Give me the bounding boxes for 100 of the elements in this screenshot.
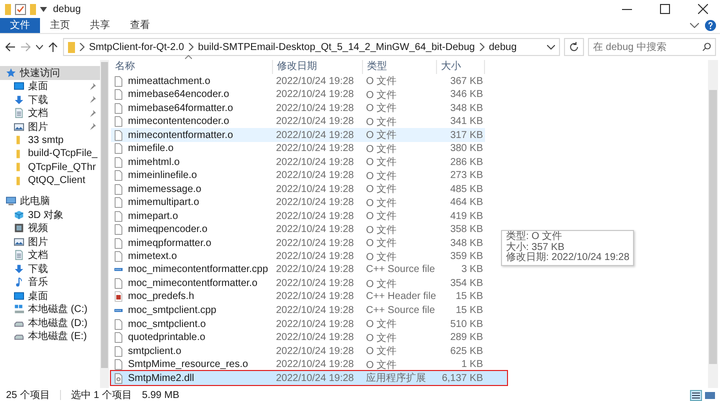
file-size: 464 KB	[449, 197, 484, 208]
scrollbar[interactable]	[708, 60, 718, 388]
file-row[interactable]: mimebase64formatter.o 2022/10/24 19:28 O 文件 348 KB	[111, 101, 485, 114]
large-icons-view-icon[interactable]	[704, 390, 716, 400]
ribbon-tab[interactable]: 文件	[0, 18, 40, 33]
back-icon[interactable]	[4, 41, 16, 53]
sidebar-item[interactable]: 33 smtp	[0, 134, 100, 147]
file-row[interactable]: mimebase64encoder.o 2022/10/24 19:28 O 文件 346 KB	[111, 88, 485, 101]
breadcrumb[interactable]: debug	[488, 42, 517, 52]
help-icon[interactable]	[705, 20, 716, 31]
file-size: 625 KB	[449, 346, 484, 356]
desktop-icon	[14, 290, 24, 301]
file-row[interactable]: moc_mimecontentformatter.o 2022/10/24 19:28 O 文件 354 KB	[111, 276, 485, 290]
pin-icon[interactable]	[89, 82, 96, 90]
file-icon	[114, 102, 123, 114]
breadcrumb[interactable]: build-SMTPEmail-Desktop_Qt_5_14_2_MinGW_64_bit-Debug	[198, 42, 475, 52]
file-row[interactable]: SmtpMime2.dll 2022/10/24 19:28 应用程序扩展 6,137 KB	[111, 371, 507, 384]
ribbon-tab[interactable]: 查看	[120, 18, 160, 33]
file-row[interactable]: mimeinlinefile.o 2022/10/24 19:28 O 文件 273 KB	[111, 168, 485, 182]
file-row[interactable]: mimefile.o 2022/10/24 19:28 O 文件 380 KB	[111, 142, 485, 155]
maximize-icon[interactable]	[660, 4, 670, 14]
file-type: O 文件	[365, 156, 398, 169]
details-view-icon[interactable]	[690, 390, 702, 400]
file-name: mimeqpformatter.o	[127, 238, 212, 248]
dropdown-icon[interactable]	[36, 44, 43, 50]
modified-date: 2022/10/24 19:28	[275, 170, 355, 181]
file-name: mimeqpencoder.o	[127, 224, 208, 235]
file-row[interactable]: quotedprintable.o 2022/10/24 19:28 O 文件 289 KB	[111, 330, 485, 344]
file-icon	[114, 184, 123, 194]
sidebar-item[interactable]: 桌面	[0, 289, 100, 302]
file-row[interactable]: mimemultipart.o 2022/10/24 19:28 O 文件 464 KB	[111, 196, 485, 209]
refresh-icon[interactable]	[569, 42, 579, 52]
up-icon[interactable]	[47, 41, 59, 53]
sidebar-item[interactable]: 音乐	[0, 276, 100, 289]
sidebar-item[interactable]: QtQQ_Client	[0, 174, 100, 188]
sidebar-item[interactable]: 快速访问	[0, 66, 100, 80]
file-row[interactable]: mimepart.o 2022/10/24 19:28 O 文件 419 KB	[111, 209, 485, 222]
sidebar-item[interactable]: 此电脑	[0, 194, 100, 208]
address-bar[interactable]: SmtpClient-for-Qt-2.0 build-SMTPEmail-Desktop_Qt_5_14_2_MinGW_64_bit-Debug debug	[63, 38, 560, 56]
sidebar-item[interactable]: 下载	[0, 262, 100, 276]
pin-icon[interactable]	[89, 110, 96, 116]
sidebar-item[interactable]: build-QTcpFile_	[0, 147, 100, 160]
file-row[interactable]: moc_smtpclient.o 2022/10/24 19:28 O 文件 510 KB	[111, 317, 485, 330]
dropdown-icon[interactable]	[40, 6, 47, 12]
header-file-icon	[114, 291, 123, 302]
breadcrumb[interactable]: SmtpClient-for-Qt-2.0	[89, 42, 184, 52]
sidebar-item[interactable]: 桌面	[0, 80, 100, 93]
star-icon	[6, 68, 16, 78]
file-name: mimeattachment.o	[127, 76, 212, 86]
checkbox-icon[interactable]	[15, 4, 26, 14]
search-field[interactable]: 在 debug 中搜索	[588, 38, 716, 56]
file-row[interactable]: mimeqpformatter.o 2022/10/24 19:28 O 文件 348 KB	[111, 236, 485, 250]
refresh-button[interactable]	[564, 38, 584, 56]
file-name: mimehtml.o	[127, 156, 181, 168]
file-icon	[114, 170, 123, 181]
column-header[interactable]: 名称	[111, 60, 273, 74]
file-row[interactable]: mimeqpencoder.o 2022/10/24 19:28 O 文件 358 KB	[111, 222, 485, 236]
sidebar-item[interactable]: 下载	[0, 93, 100, 106]
pin-icon[interactable]	[89, 123, 96, 130]
file-row[interactable]: mimecontentencoder.o 2022/10/24 19:28 O 文件 341 KB	[111, 114, 485, 128]
file-icon	[114, 197, 123, 208]
scrollbar[interactable]	[100, 60, 109, 388]
sidebar-item[interactable]: QTcpFile_QThr	[0, 160, 100, 174]
file-row[interactable]: moc_smtpclient.cpp 2022/10/24 19:28 C++ Source file 15 KB	[111, 304, 485, 317]
file-row[interactable]: mimecontentformatter.o 2022/10/24 19:28 O 文件 317 KB	[111, 128, 485, 142]
file-row[interactable]: mimemessage.o 2022/10/24 19:28 O 文件 485 KB	[111, 182, 485, 196]
file-row[interactable]: moc_predefs.h 2022/10/24 19:28 C++ Header file 15 KB	[111, 290, 485, 304]
ribbon-tab[interactable]: 共享	[80, 18, 120, 33]
file-row[interactable]: mimehtml.o 2022/10/24 19:28 O 文件 286 KB	[111, 155, 485, 168]
sidebar-item[interactable]: 本地磁盘 (C:)	[0, 302, 100, 316]
pin-icon[interactable]	[89, 96, 96, 103]
sidebar-item[interactable]: 本地磁盘 (D:)	[0, 316, 100, 330]
file-type: O 文件	[365, 74, 398, 88]
file-row[interactable]: smtpclient.o 2022/10/24 19:28 O 文件 625 KB	[111, 344, 485, 358]
sidebar-item[interactable]: 图片	[0, 235, 100, 248]
close-icon[interactable]	[698, 4, 708, 14]
chevron-icon[interactable]	[690, 23, 699, 28]
column-header[interactable]: 类型	[363, 60, 437, 74]
file-row[interactable]: mimetext.o 2022/10/24 19:28 O 文件 359 KB	[111, 250, 485, 263]
file-type: O 文件	[365, 88, 398, 102]
ribbon-tab[interactable]: 主页	[40, 18, 80, 33]
minimize-icon[interactable]	[622, 8, 632, 10]
sidebar-item[interactable]: 文档	[0, 106, 100, 120]
sidebar-item[interactable]: 文档	[0, 248, 100, 262]
file-row[interactable]: SmtpMime_resource_res.o 2022/10/24 19:28 O 文件 1 KB	[111, 358, 485, 371]
file-size: 348 KB	[449, 102, 484, 114]
file-type: O 文件	[365, 170, 398, 182]
file-row[interactable]: mimeattachment.o 2022/10/24 19:28 O 文件 367 KB	[111, 74, 485, 88]
sidebar-item[interactable]: 视频	[0, 222, 100, 235]
sidebar-item[interactable]: 3D 对象	[0, 208, 100, 222]
file-type: O 文件	[365, 236, 398, 250]
column-header[interactable]: 大小	[437, 60, 485, 74]
column-header[interactable]: 修改日期	[273, 60, 363, 74]
file-row[interactable]: moc_mimecontentformatter.cpp 2022/10/24 19:28 C++ Source file 3 KB	[111, 263, 485, 276]
file-type: O 文件	[365, 358, 398, 372]
dropdown-icon[interactable]	[547, 44, 555, 50]
sidebar-item[interactable]: 本地磁盘 (E:)	[0, 330, 100, 343]
sidebar-item[interactable]: 图片	[0, 120, 100, 134]
file-type: O 文件	[365, 250, 398, 264]
search-icon[interactable]	[702, 42, 711, 52]
